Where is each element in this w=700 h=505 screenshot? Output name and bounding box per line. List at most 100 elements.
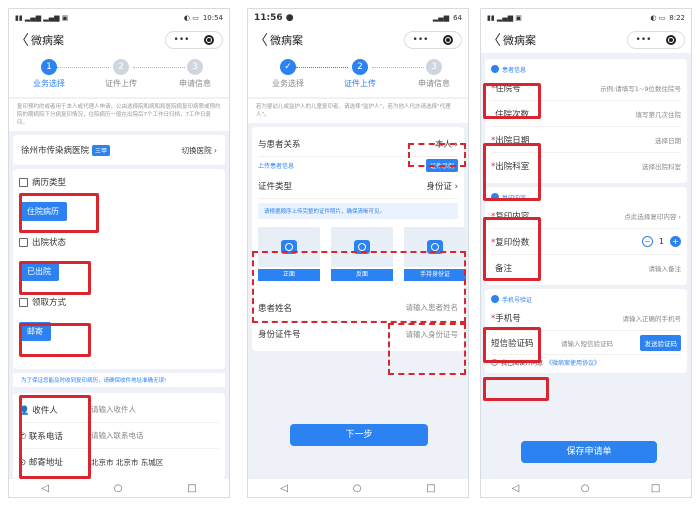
close-circle-icon[interactable] <box>204 35 215 45</box>
minus-icon[interactable]: − <box>641 236 653 247</box>
nav-recent-icon[interactable]: □ <box>651 483 660 494</box>
dept-picker[interactable]: 选择出院科室 <box>642 161 681 171</box>
step-2-label: 证件上传 <box>344 79 376 88</box>
nav-back-icon[interactable]: ◁ <box>41 483 49 494</box>
step-indicator: ✓ 业务选择 2 证件上传 3 申请信息 <box>248 53 468 97</box>
section-icon <box>491 295 499 303</box>
battery-level: 64 <box>453 14 462 22</box>
id-number-label: 身份证件号 <box>258 330 301 340</box>
step-1-check-icon: ✓ <box>280 59 296 75</box>
system-nav: ◁ ○ □ <box>248 479 468 497</box>
discharge-date-picker[interactable]: 选择日期 <box>655 135 681 145</box>
nav-back-icon[interactable]: ◁ <box>280 483 288 494</box>
system-nav: ◁ ○ □ <box>9 479 229 497</box>
pickup-label: 领取方式 <box>32 298 67 308</box>
screen-application-info: ▮▮ ▂▄▆ ▣ ◐ ▭ 8:22 〈 微病案 ••• 患者信息 *住院号 示例:请… <box>480 8 692 498</box>
copy-content-select: 点此选择复印内容 › <box>624 212 681 221</box>
highlight-box <box>483 83 541 119</box>
send-code-button[interactable]: 发送验证码 <box>640 334 681 351</box>
step-2-dot: 2 <box>352 59 368 75</box>
step-2-label: 证件上传 <box>105 79 137 88</box>
agreement-link[interactable]: 《微病案使用协议》 <box>546 358 600 367</box>
nav-back-icon[interactable]: ◁ <box>512 483 520 494</box>
mini-program-capsule: ••• <box>165 31 223 49</box>
pickup-icon <box>19 297 28 307</box>
copy-count-value: 1 <box>658 237 664 246</box>
screen-business-selection: ▮▮ ▂▄▆ ▂▄▆ ▣ ◐ ▭ 10:54 〈 微病案 ••• 1 业务选择 2 证… <box>8 8 230 498</box>
close-circle-icon[interactable] <box>666 35 677 45</box>
status-bar: 11:56 ● ▂▄▆ 64 <box>248 9 468 27</box>
id-type-select: 身份证 › <box>426 181 458 192</box>
signal-icons: ▮▮ ▂▄▆ ▂▄▆ ▣ <box>15 14 69 22</box>
save-application-button[interactable]: 保存申请单 <box>521 441 657 463</box>
highlight-box <box>483 327 541 363</box>
admission-no-input[interactable]: 示例:请填写1~9位数住院号 <box>600 83 681 93</box>
highlight-box <box>19 193 99 233</box>
discharge-icon <box>19 237 28 247</box>
close-circle-icon[interactable] <box>443 35 454 45</box>
signal-icon: ▂▄▆ <box>432 14 450 22</box>
clock: 8:22 <box>669 14 685 22</box>
more-icon[interactable]: ••• <box>413 35 429 45</box>
app-title: 微病案 <box>503 34 536 47</box>
back-icon[interactable]: 〈 <box>15 30 31 50</box>
case-type-icon <box>19 177 28 187</box>
note-input[interactable]: 请输入备注 <box>649 263 682 273</box>
id-type-label: 证件类型 <box>258 181 293 192</box>
step-2-dot: 2 <box>113 59 129 75</box>
nav-home-icon[interactable]: ○ <box>114 483 123 494</box>
status-bar: ▮▮ ▂▄▆ ▣ ◐ ▭ 8:22 <box>481 9 691 27</box>
sms-input[interactable]: 请输入短信验证码 <box>561 338 613 348</box>
back-icon[interactable]: 〈 <box>487 30 503 50</box>
address-select[interactable]: 北京市 北京市 东城区 <box>91 457 219 468</box>
highlight-box <box>19 395 91 479</box>
plus-icon[interactable]: + <box>670 236 681 247</box>
clock: 11:56 ● <box>254 13 294 23</box>
address-reminder: 为了保证您能及时收到复印病历，请确保收件地址准确无误! <box>13 373 225 387</box>
more-icon[interactable]: ••• <box>636 35 652 45</box>
highlight-box <box>19 261 91 295</box>
mini-program-capsule: ••• <box>627 31 685 49</box>
step-1-label: 业务选择 <box>272 79 304 88</box>
step-indicator: 1 业务选择 2 证件上传 3 申请信息 <box>9 53 229 97</box>
hospital-row[interactable]: 徐州市传染病医院 三甲 切换医院 › <box>13 135 225 165</box>
phone-input[interactable]: 请输入联系电话 <box>91 430 219 441</box>
more-icon[interactable]: ••• <box>174 35 190 45</box>
highlight-box <box>483 143 541 201</box>
notice-text: 复印预约的或者用于本人或代理人申请，公由选择院和病和和医院病复印病质或预约院的期… <box>9 99 229 131</box>
step-3-label: 申请信息 <box>179 79 211 88</box>
section-title: 患者信息 <box>502 66 527 74</box>
id-type-row[interactable]: 证件类型 身份证 › <box>258 173 458 199</box>
section-icon <box>491 65 499 73</box>
nav-recent-icon[interactable]: □ <box>426 483 435 494</box>
nav-home-icon[interactable]: ○ <box>581 483 590 494</box>
signal-icons: ▮▮ ▂▄▆ ▣ <box>487 14 522 22</box>
nav-bar: 〈 微病案 ••• <box>481 27 691 53</box>
clock: 10:54 <box>202 14 223 22</box>
notice-text: 若为婴幼儿或监护人的儿童复印者，请选择"监护人"，若为他人代办请选择"代理人"。 <box>248 99 468 123</box>
step-1-label: 业务选择 <box>33 79 65 88</box>
battery-icon: ◐ ▭ <box>183 14 199 22</box>
app-title: 微病案 <box>31 34 64 47</box>
next-button[interactable]: 下一步 <box>290 424 428 446</box>
relation-label: 与患者关系 <box>258 139 301 150</box>
highlight-box <box>483 217 541 281</box>
copy-count-stepper: − 1 + <box>641 236 681 247</box>
highlight-box <box>19 323 91 357</box>
recipient-input[interactable]: 请输入收件人 <box>91 404 219 415</box>
highlight-box <box>408 143 466 167</box>
nav-recent-icon[interactable]: □ <box>187 483 196 494</box>
admission-count-input[interactable]: 填写第几次住院 <box>636 109 682 119</box>
system-nav: ◁ ○ □ <box>481 479 691 497</box>
upload-section-label: 上传患者信息 <box>258 162 295 170</box>
highlight-box <box>252 251 466 323</box>
back-icon[interactable]: 〈 <box>254 30 270 50</box>
switch-hospital-link[interactable]: 切换医院 › <box>182 145 217 156</box>
mobile-input[interactable]: 请输入正确的手机号 <box>623 313 682 323</box>
section-title: 手机号验证 <box>502 296 533 304</box>
mobile-label: 手机号 <box>495 313 521 324</box>
nav-home-icon[interactable]: ○ <box>353 483 362 494</box>
highlight-box <box>483 377 549 401</box>
discharge-label: 出院状态 <box>32 238 67 248</box>
step-1-dot: 1 <box>41 59 57 75</box>
